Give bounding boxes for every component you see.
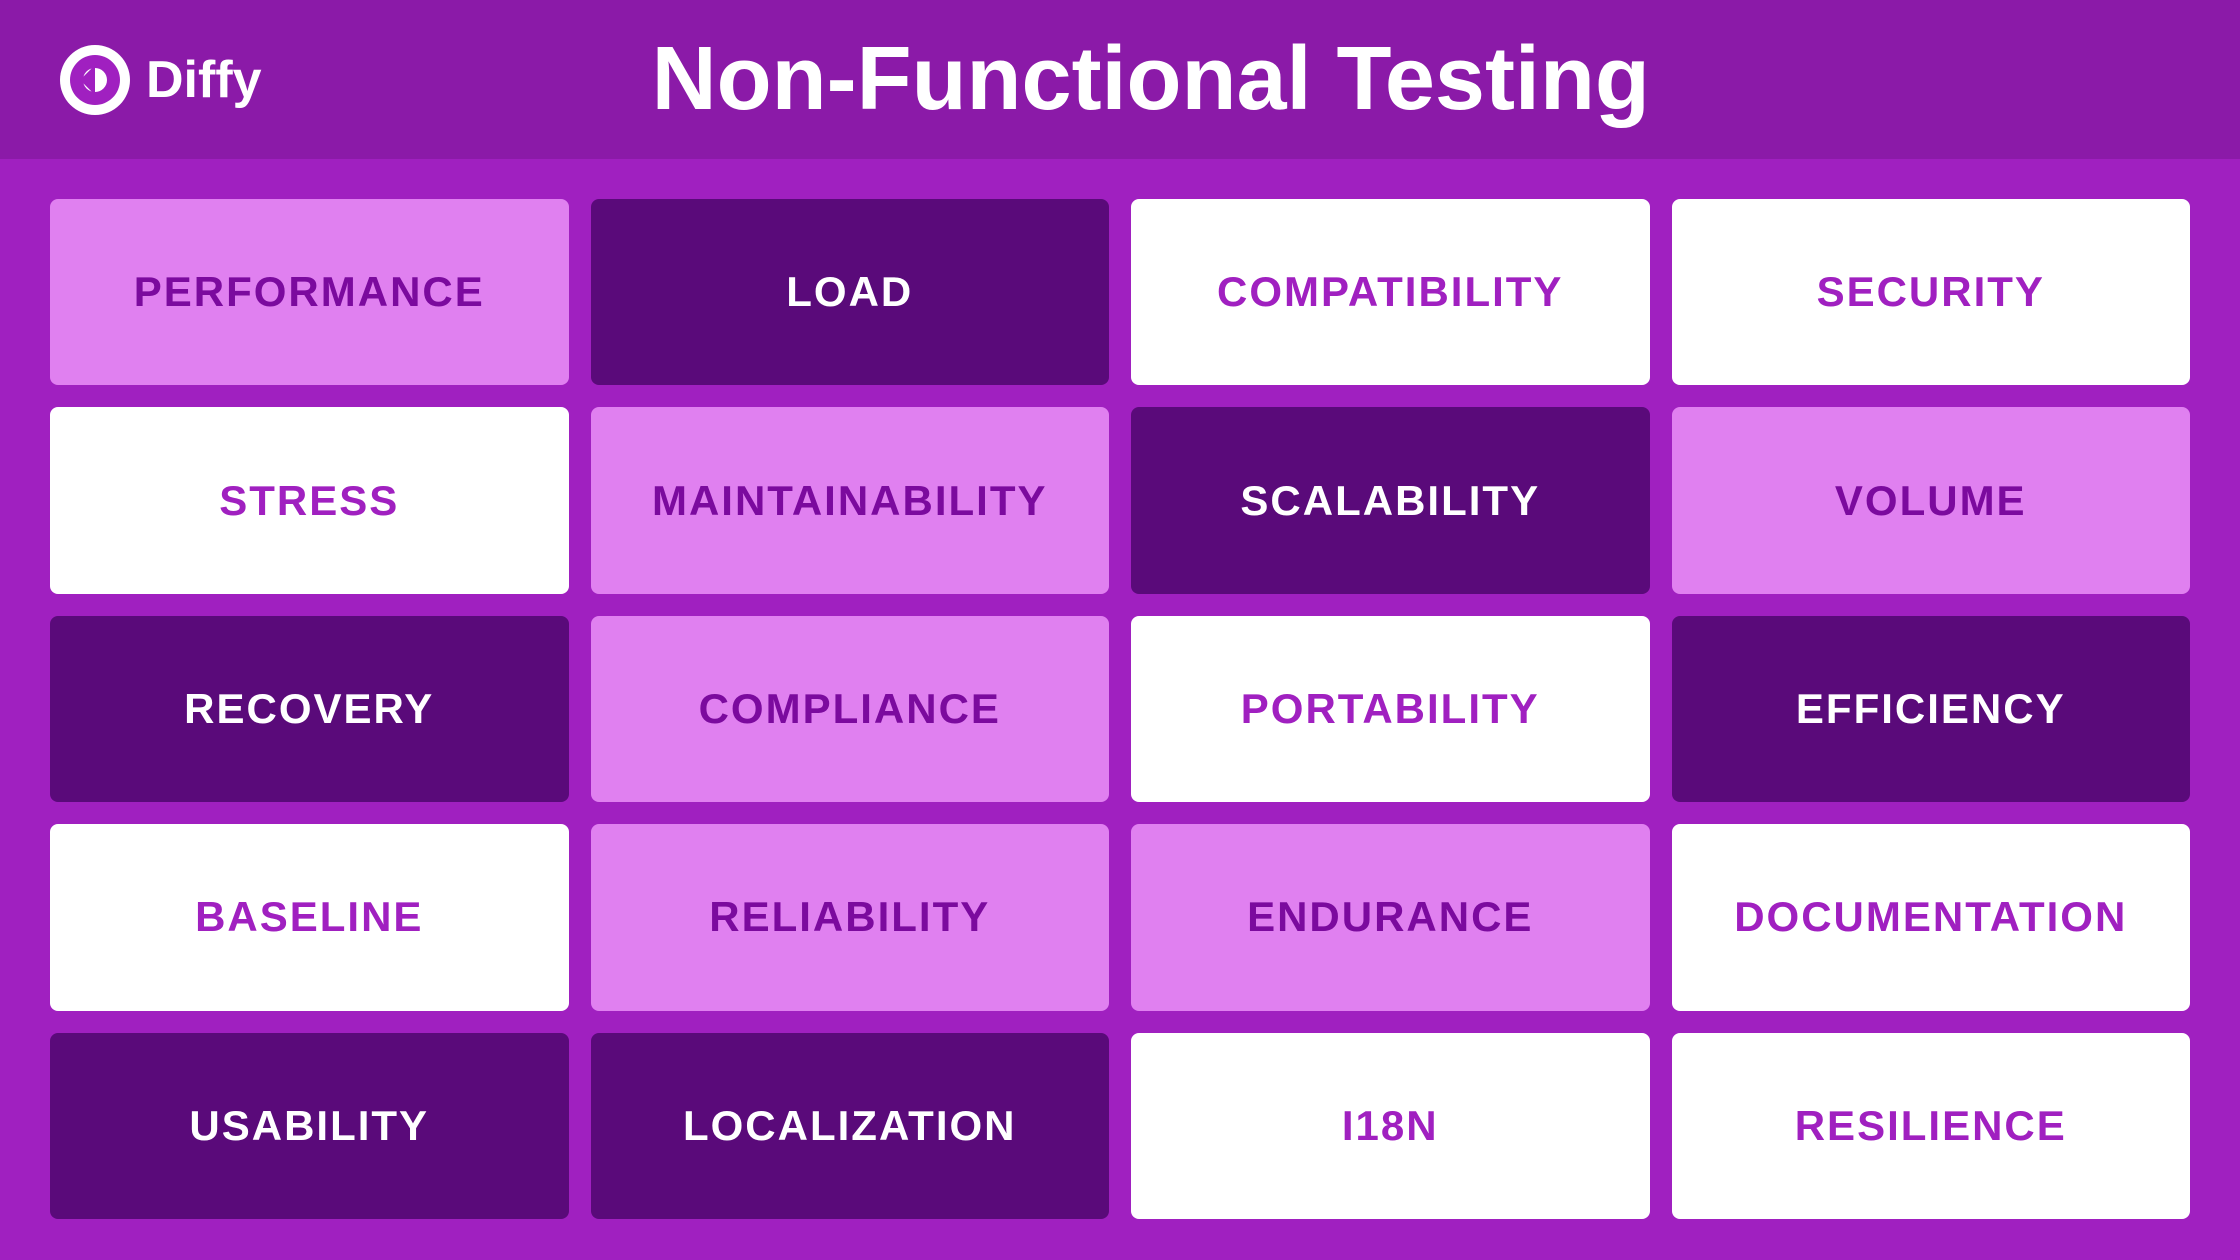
card-localization: LOCALIZATION <box>591 1033 1110 1219</box>
logo-area: Diffy <box>60 45 262 115</box>
card-usability: USABILITY <box>50 1033 569 1219</box>
card-portability: PORTABILITY <box>1131 616 1650 802</box>
card-compliance: COMPLIANCE <box>591 616 1110 802</box>
card-baseline: BASELINE <box>50 824 569 1010</box>
card-stress: STRESS <box>50 407 569 593</box>
card-scalability: SCALABILITY <box>1131 407 1650 593</box>
card-compatibility: COMPATIBILITY <box>1131 199 1650 385</box>
card-volume: VOLUME <box>1672 407 2191 593</box>
diffy-logo-icon <box>60 45 130 115</box>
card-reliability: RELIABILITY <box>591 824 1110 1010</box>
card-documentation: DOCUMENTATION <box>1672 824 2191 1010</box>
card-load: LOAD <box>591 199 1110 385</box>
page-title: Non-Functional Testing <box>302 28 2000 131</box>
card-efficiency: EFFICIENCY <box>1672 616 2191 802</box>
card-endurance: ENDURANCE <box>1131 824 1650 1010</box>
card-maintainability: MAINTAINABILITY <box>591 407 1110 593</box>
card-resilience: RESILIENCE <box>1672 1033 2191 1219</box>
header: Diffy Non-Functional Testing <box>0 0 2240 159</box>
card-i18n: I18N <box>1131 1033 1650 1219</box>
logo-text: Diffy <box>146 50 262 110</box>
card-performance: PERFORMANCE <box>50 199 569 385</box>
card-recovery: RECOVERY <box>50 616 569 802</box>
card-security: SECURITY <box>1672 199 2191 385</box>
grid-container: PERFORMANCELOADCOMPATIBILITYSECURITY STRE… <box>0 159 2240 1259</box>
